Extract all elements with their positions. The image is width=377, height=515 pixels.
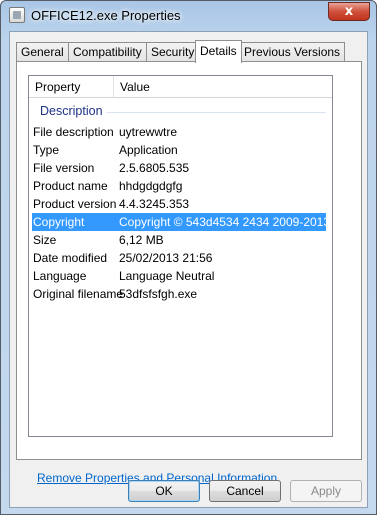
property-value: Copyright © 543d4534 2434 2009-2013 [119,215,331,229]
group-divider [107,112,326,113]
list-item[interactable]: Product name hhdgdgdgfg [29,177,332,195]
list-item[interactable]: Language Language Neutral [29,267,332,285]
property-name: Original filename [33,287,124,301]
details-list[interactable]: Property Value Description File descript… [28,75,333,437]
tab-general[interactable]: General [16,42,69,62]
application-icon [9,7,25,23]
list-item[interactable]: Original filename 53dfsfsfgh.exe [29,285,332,303]
property-name: Date modified [33,251,108,265]
details-panel: Property Value Description File descript… [16,61,362,485]
group-title: Description [40,104,103,118]
list-item[interactable]: Type Application [29,141,332,159]
tab-strip: General Compatibility Security Details P… [16,40,356,63]
apply-button[interactable]: Apply [290,480,362,502]
property-name: Size [33,233,57,247]
property-name: Product version [33,197,117,211]
property-name: Product name [33,179,108,193]
property-value: 4.4.3245.353 [119,197,190,211]
property-value: 53dfsfsfgh.exe [119,287,198,301]
property-rows: File description uytrewwtre Type Applica… [29,123,332,303]
property-name: File version [33,161,95,175]
list-item-selected[interactable]: Copyright Copyright © 543d4534 2434 2009… [32,213,330,231]
title-bar[interactable]: OFFICE12.exe Properties x [1,1,376,31]
property-name: Type [33,143,60,157]
property-value: 2.5.6805.535 [119,161,190,175]
tab-compatibility[interactable]: Compatibility [68,42,147,62]
list-item[interactable]: File description uytrewwtre [29,123,332,141]
list-header: Property Value [29,76,332,98]
property-value: hhdgdgdgfg [119,179,183,193]
property-value: uytrewwtre [119,125,178,139]
list-item[interactable]: Date modified 25/02/2013 21:56 [29,249,332,267]
group-header-description: Description [29,101,332,121]
property-value: 6,12 MB [119,233,164,247]
property-name: File description [33,125,114,139]
property-name: Language [33,269,87,283]
property-value: Application [119,143,178,157]
list-item[interactable]: Product version 4.4.3245.353 [29,195,332,213]
close-button[interactable]: x [328,2,370,21]
column-header-value[interactable]: Value [114,76,332,98]
list-item[interactable]: Size 6,12 MB [29,231,332,249]
property-value: 25/02/2013 21:56 [119,251,213,265]
tab-previous-versions[interactable]: Previous Versions [239,42,346,62]
tab-details[interactable]: Details [195,40,242,63]
property-name: Copyright [33,215,85,229]
ok-button[interactable]: OK [128,480,200,502]
tab-security[interactable]: Security [146,42,200,62]
cancel-button[interactable]: Cancel [209,480,281,502]
column-header-property[interactable]: Property [29,76,114,98]
list-item[interactable]: File version 2.5.6805.535 [29,159,332,177]
properties-window: OFFICE12.exe Properties x General Compat… [0,0,377,515]
property-value: Language Neutral [119,269,215,283]
window-title: OFFICE12.exe Properties [31,8,181,23]
dialog-client: General Compatibility Security Details P… [9,31,368,508]
